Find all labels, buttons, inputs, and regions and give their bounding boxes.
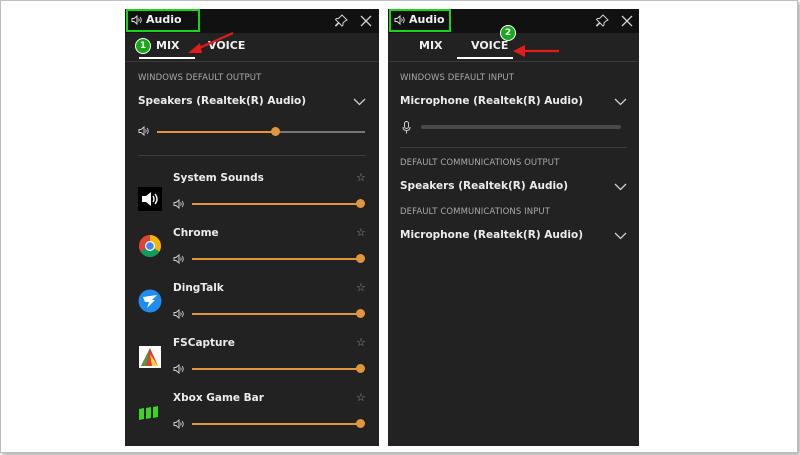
output-section-label: WINDOWS DEFAULT OUTPUT [138, 73, 262, 83]
pin-icon[interactable] [334, 14, 348, 28]
title-bar: Audio [125, 9, 379, 33]
comm-output-device-select[interactable]: Speakers (Realtek(R) Audio) [400, 180, 568, 192]
favorite-star-icon[interactable]: ☆ [356, 171, 366, 184]
output-device-select[interactable]: Speakers (Realtek(R) Audio) [138, 95, 306, 107]
comm-input-device-select[interactable]: Microphone (Realtek(R) Audio) [400, 229, 583, 241]
favorite-star-icon[interactable]: ☆ [356, 281, 366, 294]
title-highlight-box [389, 9, 451, 32]
app-volume-speaker-icon [173, 364, 184, 374]
active-tab-underline [457, 57, 513, 59]
app-volume-slider[interactable] [356, 364, 365, 373]
tab-mix[interactable]: MIX [156, 39, 180, 52]
chrome-icon [139, 235, 161, 257]
app-volume-speaker-icon [173, 309, 184, 319]
app-volume-fill [192, 313, 360, 315]
title-highlight-box [126, 9, 200, 32]
app-volume-slider[interactable] [356, 199, 365, 208]
active-tab-underline [139, 57, 195, 59]
favorite-star-icon[interactable]: ☆ [356, 336, 366, 349]
app-name: System Sounds [173, 172, 264, 184]
app-volume-fill [192, 203, 360, 205]
xbox-game-bar-icon [139, 406, 158, 420]
annotation-badge-2: 2 [500, 25, 516, 41]
chevron-down-icon[interactable] [614, 183, 627, 191]
tab-separator [125, 61, 379, 62]
tab-mix[interactable]: MIX [419, 39, 443, 52]
chevron-down-icon[interactable] [614, 98, 627, 106]
annotation-arrow-icon [188, 31, 234, 53]
master-volume-slider[interactable] [271, 127, 280, 136]
comm-output-section-label: DEFAULT COMMUNICATIONS OUTPUT [400, 158, 560, 168]
system-sounds-icon [138, 187, 162, 211]
close-icon[interactable] [620, 14, 634, 28]
input-device-select[interactable]: Microphone (Realtek(R) Audio) [400, 95, 583, 107]
section-divider [138, 155, 366, 156]
app-volume-speaker-icon [173, 199, 184, 209]
app-volume-fill [192, 423, 360, 425]
app-volume-slider[interactable] [356, 419, 365, 428]
comm-input-section-label: DEFAULT COMMUNICATIONS INPUT [400, 207, 551, 217]
master-volume-track [275, 131, 365, 133]
app-volume-slider[interactable] [356, 309, 365, 318]
app-name: FSCapture [173, 337, 235, 349]
tab-separator [388, 61, 639, 62]
master-volume-fill [157, 131, 275, 133]
section-divider [400, 147, 627, 148]
favorite-star-icon[interactable]: ☆ [356, 226, 366, 239]
master-volume-speaker-icon [138, 126, 149, 136]
audio-panel-voice: Audio MIX VOICE 2 WINDOWS DEFAULT INPUT … [388, 9, 639, 446]
microphone-icon [402, 121, 411, 134]
app-volume-speaker-icon [173, 419, 184, 429]
input-section-label: WINDOWS DEFAULT INPUT [400, 73, 515, 83]
tab-voice[interactable]: VOICE [471, 39, 508, 52]
chevron-down-icon[interactable] [614, 232, 627, 240]
annotation-badge-1: 1 [135, 38, 151, 54]
app-name: Xbox Game Bar [173, 392, 264, 404]
fscapture-icon [139, 346, 161, 368]
chevron-down-icon[interactable] [353, 98, 366, 106]
microphone-level-meter [421, 125, 621, 129]
dingtalk-icon [138, 289, 162, 313]
app-name: DingTalk [173, 282, 224, 294]
annotation-arrow-icon [513, 45, 559, 57]
app-volume-fill [192, 258, 360, 260]
pin-icon[interactable] [595, 14, 609, 28]
favorite-star-icon[interactable]: ☆ [356, 391, 366, 404]
audio-panel-mix: Audio 1 MIX VOICE WINDOWS DEFAULT OUTPUT… [125, 9, 379, 446]
close-icon[interactable] [359, 14, 373, 28]
app-volume-speaker-icon [173, 254, 184, 264]
app-volume-slider[interactable] [356, 254, 365, 263]
app-volume-fill [192, 368, 360, 370]
app-name: Chrome [173, 227, 219, 239]
